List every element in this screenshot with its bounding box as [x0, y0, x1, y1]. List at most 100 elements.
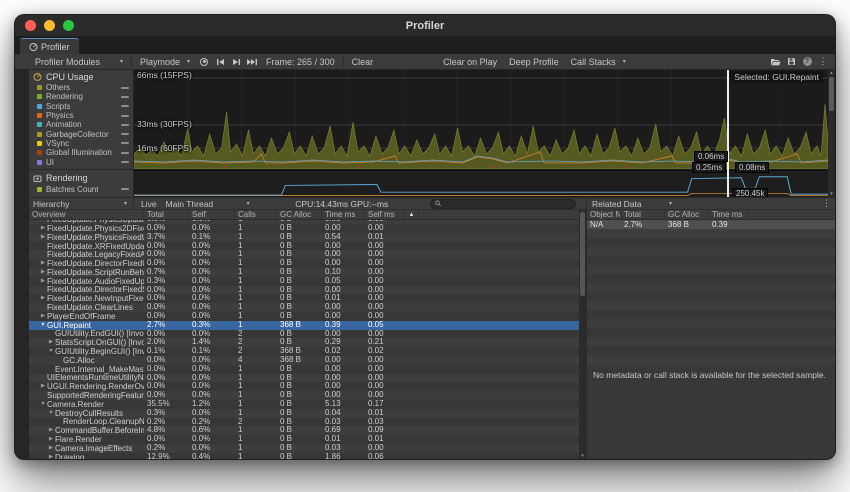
expand-arrow-icon[interactable]: ▶: [39, 268, 47, 277]
expand-arrow-icon[interactable]: ▶: [39, 259, 47, 268]
expand-arrow-icon[interactable]: ▶: [39, 277, 47, 286]
expand-arrow-icon[interactable]: ▶: [47, 444, 55, 453]
legend-item-global-illumination[interactable]: Global Illumination: [29, 148, 133, 157]
table-row[interactable]: SupportedRenderingFeatures.0.0%0.0%10 B0…: [29, 391, 579, 400]
column-header-calls[interactable]: Calls: [235, 210, 277, 219]
table-row[interactable]: ▼GUI.Repaint2.7%0.3%1368 B0.390.05: [29, 321, 579, 330]
collapse-warning-icon[interactable]: ▲: [405, 210, 419, 219]
chart-area[interactable]: 66ms (15FPS) 33ms (30FPS) 16ms (60FPS) S…: [134, 70, 835, 197]
module-rendering[interactable]: Rendering: [29, 172, 133, 185]
expand-arrow-icon[interactable]: ▶: [39, 312, 47, 321]
expand-arrow-icon[interactable]: ▶: [39, 382, 47, 391]
related-data-dropdown[interactable]: Related Data▾: [587, 197, 677, 211]
legend-item-scripts[interactable]: Scripts: [29, 102, 133, 111]
column-header-gc-alloc[interactable]: GC Alloc: [277, 210, 322, 219]
legend-item-ui[interactable]: UI: [29, 157, 133, 166]
view-mode-dropdown[interactable]: Hierarchy▾: [29, 197, 131, 211]
context-menu-button[interactable]: ⋮: [815, 55, 831, 69]
scrollbar-thumb[interactable]: [829, 77, 834, 111]
table-row[interactable]: ▶Camera.ImageEffects0.2%0.0%10 B0.030.00: [29, 444, 579, 453]
table-row[interactable]: ▶StatsScript.OnGUI() [Invoke2.0%1.4%20 B…: [29, 338, 579, 347]
legend-toggle[interactable]: [121, 161, 129, 163]
table-row[interactable]: UIElementsRuntimeUtilityNative0.0%0.0%10…: [29, 374, 579, 383]
module-cpu-usage[interactable]: CPU Usage: [29, 70, 133, 83]
prev-frame-button[interactable]: [212, 55, 228, 69]
column-header-time-ms[interactable]: Time ms: [709, 210, 749, 219]
load-profile-button[interactable]: [767, 55, 783, 69]
table-row[interactable]: RenderLoop.CleanupNodeQueue0.2%0.2%20 B0…: [29, 418, 579, 427]
hierarchy-scrollbar[interactable]: ▾: [579, 210, 586, 459]
legend-item-garbagecollector[interactable]: GarbageCollector: [29, 129, 133, 138]
table-row[interactable]: FixedUpdate.DirectorFixedSampleCallback0…: [29, 286, 579, 295]
thread-dropdown[interactable]: Main Thread▾: [162, 197, 254, 211]
table-row[interactable]: FixedUpdate.XRFixedUpdate0.0%0.0%10 B0.0…: [29, 242, 579, 251]
title-bar[interactable]: Profiler: [15, 15, 835, 37]
table-row[interactable]: ▶Drawing12.9%0.4%10 B1.860.06: [29, 453, 579, 459]
related-data-row[interactable]: N/A2.7%368 B0.39: [587, 220, 835, 229]
target-dropdown[interactable]: Playmode▾: [134, 55, 196, 69]
collapse-arrow-icon[interactable]: ▼: [39, 321, 47, 330]
legend-item-physics[interactable]: Physics: [29, 111, 133, 120]
column-header-self-ms[interactable]: Self ms: [365, 210, 405, 219]
column-header-time-ms[interactable]: Time ms: [322, 210, 365, 219]
next-frame-button[interactable]: [228, 55, 244, 69]
legend-item-batches-count[interactable]: Batches Count: [29, 185, 133, 194]
collapse-arrow-icon[interactable]: ▼: [47, 347, 55, 356]
column-header-object-name[interactable]: Object Name: [587, 210, 621, 219]
expand-arrow-icon[interactable]: ▶: [39, 233, 47, 242]
legend-toggle[interactable]: [121, 87, 129, 89]
table-row[interactable]: ▶CommandBuffer.BeforeImageEffects4.8%0.6…: [29, 426, 579, 435]
clear-on-play-toggle[interactable]: Clear on Play: [437, 55, 503, 69]
legend-toggle[interactable]: [121, 152, 129, 154]
legend-toggle[interactable]: [121, 115, 129, 117]
column-header-total[interactable]: Total: [144, 210, 189, 219]
table-row[interactable]: ▼DestroyCullResults0.3%0.0%10 B0.040.01: [29, 409, 579, 418]
column-header-total[interactable]: Total: [621, 210, 665, 219]
column-header-overview[interactable]: Overview: [29, 210, 144, 219]
record-button[interactable]: [196, 55, 212, 69]
table-row[interactable]: ▶FixedUpdate.PhysicsFixedUpdate3.7%0.1%1…: [29, 233, 579, 242]
close-button[interactable]: [25, 20, 36, 31]
rendering-chart[interactable]: [134, 170, 828, 197]
legend-toggle[interactable]: [121, 105, 129, 107]
help-button[interactable]: ?: [799, 55, 815, 69]
tab-profiler[interactable]: Profiler: [20, 38, 79, 54]
expand-arrow-icon[interactable]: ▶: [47, 435, 55, 444]
scroll-up-icon[interactable]: ▴: [828, 70, 835, 76]
expand-arrow-icon[interactable]: ▶: [47, 426, 55, 435]
chart-scrollbar[interactable]: ▴ ▾: [828, 70, 835, 197]
deep-profile-toggle[interactable]: Deep Profile: [503, 55, 565, 69]
column-header-self[interactable]: Self: [189, 210, 235, 219]
table-row[interactable]: ▶FixedUpdate.Physics2DFixedUpdate0.0%0.0…: [29, 224, 579, 233]
search-input[interactable]: [445, 199, 571, 208]
zoom-button[interactable]: [63, 20, 74, 31]
save-profile-button[interactable]: [783, 55, 799, 69]
legend-toggle[interactable]: [121, 142, 129, 144]
table-row[interactable]: FixedUpdate.ClearLines0.0%0.0%10 B0.000.…: [29, 303, 579, 312]
clear-button[interactable]: Clear: [346, 55, 380, 69]
collapse-arrow-icon[interactable]: ▼: [47, 409, 55, 418]
column-header-gc-alloc[interactable]: GC Alloc: [665, 210, 709, 219]
legend-toggle[interactable]: [121, 188, 129, 190]
table-row[interactable]: ▶FixedUpdate.DirectorFixedUpdate0.0%0.0%…: [29, 259, 579, 268]
profiler-modules-dropdown[interactable]: Profiler Modules▾: [29, 55, 129, 69]
table-row[interactable]: ▶FixedUpdate.ScriptRunBehaviourFixedUpda…: [29, 268, 579, 277]
expand-arrow-icon[interactable]: ▶: [47, 453, 55, 459]
expand-arrow-icon[interactable]: ▶: [47, 338, 55, 347]
table-row[interactable]: Event.Internal_MakeMasterEventCurrent0.0…: [29, 365, 579, 374]
scroll-down-icon[interactable]: ▾: [828, 191, 835, 197]
collapse-arrow-icon[interactable]: ▼: [39, 400, 47, 409]
legend-toggle[interactable]: [121, 124, 129, 126]
legend-item-others[interactable]: Others: [29, 83, 133, 92]
legend-item-vsync[interactable]: VSync: [29, 139, 133, 148]
table-row[interactable]: GUIUtility.EndGUI() [Invoke0.0%0.0%20 B0…: [29, 330, 579, 339]
table-row[interactable]: ▶UGUI.Rendering.RenderOverlays0.0%0.0%10…: [29, 382, 579, 391]
table-row[interactable]: ▼GUIUtility.BeginGUI() [Invok0.1%0.1%236…: [29, 347, 579, 356]
search-field[interactable]: [430, 199, 576, 209]
table-row[interactable]: ▶Flare.Render0.0%0.0%10 B0.010.01: [29, 435, 579, 444]
table-row[interactable]: ▼Camera.Render35.5%1.2%10 B5.130.17: [29, 400, 579, 409]
scrollbar-thumb[interactable]: [580, 212, 585, 296]
scroll-down-icon[interactable]: ▾: [579, 453, 586, 459]
legend-toggle[interactable]: [121, 96, 129, 98]
legend-item-rendering[interactable]: Rendering: [29, 92, 133, 101]
